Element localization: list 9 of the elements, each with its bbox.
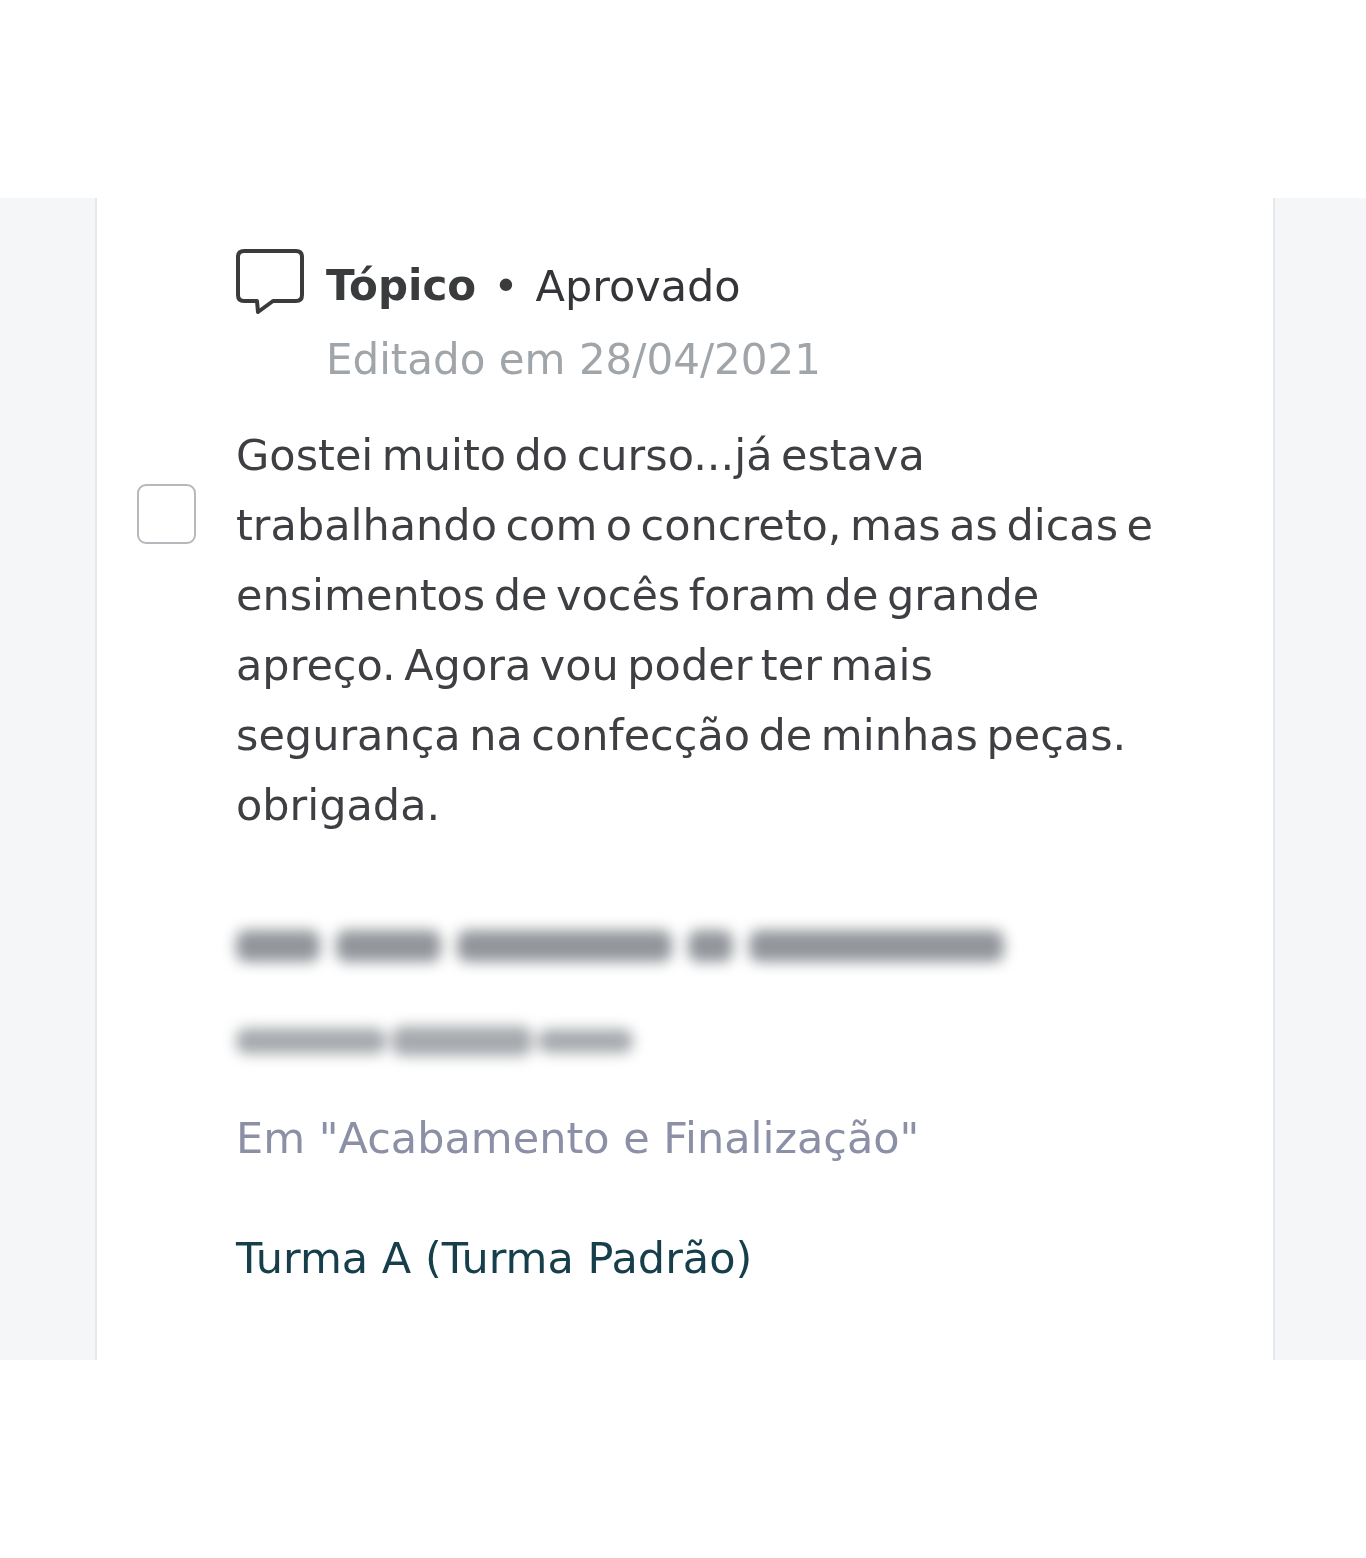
speech-bubble-icon (236, 249, 304, 315)
post-type-label: Tópico (326, 260, 477, 312)
post-body-text: Gostei muito do curso...já estava trabalhando com o concreto, mas as dicas e ensimentos de vocês foram de grande apreço. Agora vou poder ter mais segurança na confecção de minhas peças. obrigada. (236, 429, 1154, 832)
class-group-label: Turma A (Turma Padrão) (236, 1232, 753, 1285)
select-checkbox[interactable] (137, 484, 196, 544)
status-label: Aprovado (535, 260, 741, 313)
lesson-location: Em "Acabamento e Finalização" (236, 1112, 920, 1165)
edited-date: Editado em 28/04/2021 (326, 334, 821, 386)
separator-dot: • (493, 260, 519, 313)
